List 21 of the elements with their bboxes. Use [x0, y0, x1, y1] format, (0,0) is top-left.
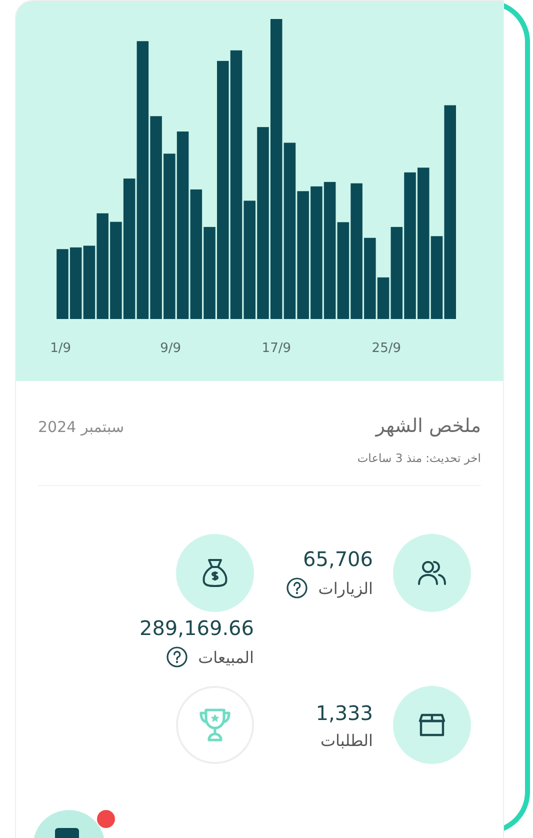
stat-value: 1,333 [316, 700, 373, 724]
bar [56, 249, 68, 319]
stat-label: الزيارات [318, 578, 373, 598]
axis-label: 17/9 [262, 341, 291, 356]
box-icon [418, 712, 446, 738]
axis-label: 1/9 [50, 341, 71, 356]
money-bag-icon [201, 558, 229, 588]
help-icon[interactable] [166, 646, 188, 668]
stat-label: المبيعات [198, 648, 254, 666]
help-icon[interactable] [286, 577, 308, 599]
stat-label: الطلبات [320, 730, 373, 750]
people-icon [417, 559, 447, 587]
period-label: سبتمبر 2024 [38, 418, 124, 436]
bar [70, 247, 82, 319]
axis-label: 9/9 [160, 341, 181, 356]
trophy-icon [198, 707, 232, 743]
axis-label: 25/9 [372, 341, 401, 356]
stat-value: 65,706 [302, 547, 373, 571]
update-time: اخر تحديث: منذ 3 ساعات [38, 451, 481, 486]
stat-value: 289,169.66 [139, 616, 254, 640]
summary-title: ملخص الشهر [376, 415, 481, 437]
